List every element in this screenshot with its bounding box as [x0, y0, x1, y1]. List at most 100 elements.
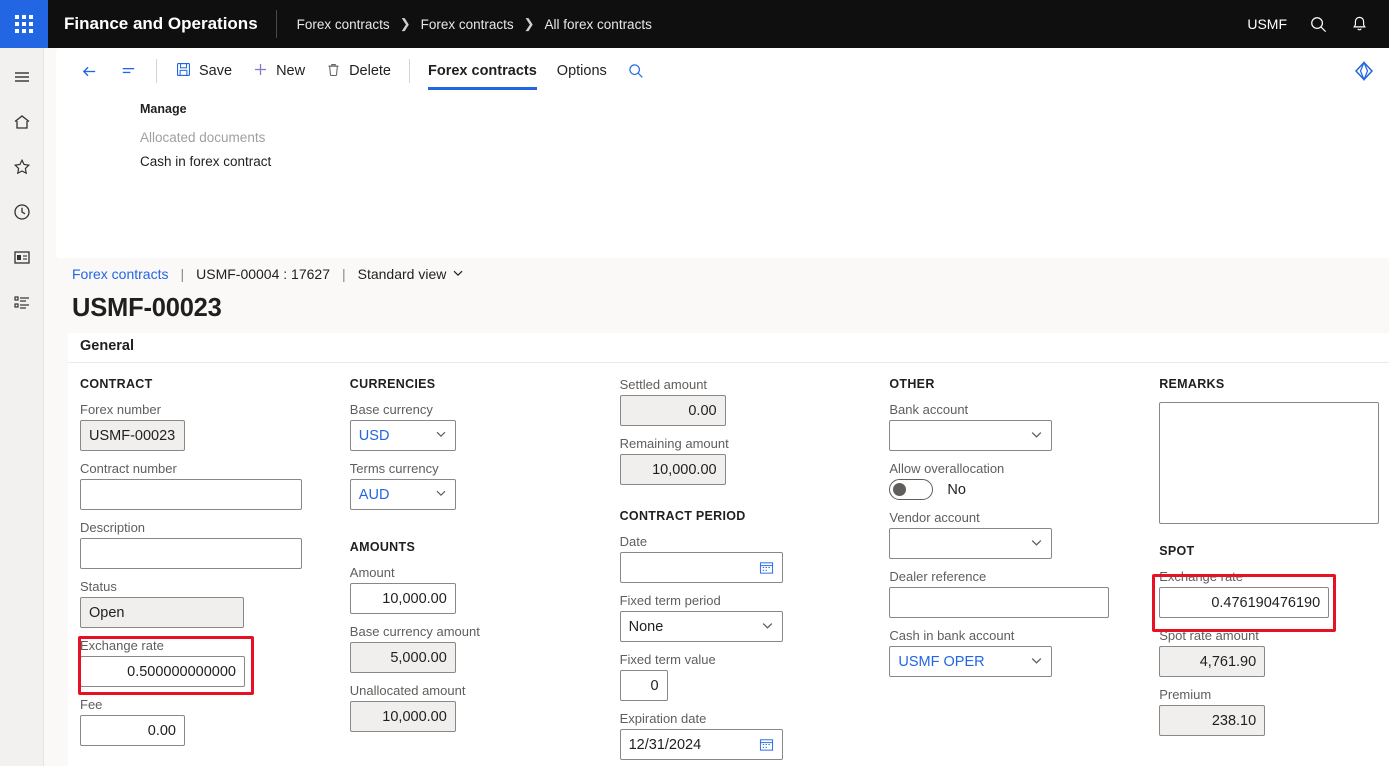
- textarea-remarks[interactable]: [1159, 402, 1380, 524]
- home-icon[interactable]: [9, 109, 35, 135]
- page-title: USMF-00023: [72, 294, 222, 322]
- cash-in-forex-contract-link[interactable]: Cash in forex contract: [140, 154, 1389, 169]
- field-fee: Fee 0.00: [80, 697, 350, 746]
- label-cash-in-bank-account: Cash in bank account: [889, 628, 1015, 643]
- breadcrumb-item-2[interactable]: All forex contracts: [545, 17, 652, 32]
- select-terms-currency[interactable]: AUD: [349, 479, 456, 510]
- label-fixed-term-value: Fixed term value: [619, 652, 716, 667]
- gem-diamond-icon[interactable]: [1353, 60, 1375, 82]
- label-settled-amount: Settled amount: [619, 377, 708, 392]
- select-vendor-account[interactable]: [889, 528, 1053, 559]
- view-selector[interactable]: Standard view: [358, 266, 465, 282]
- input-contract-number[interactable]: [80, 479, 302, 510]
- label-spot-exchange-rate: Exchange rate: [1159, 569, 1244, 584]
- field-fixed-term-period: Fixed term period None: [619, 593, 890, 642]
- label-contract-number: Contract number: [80, 461, 177, 476]
- field-settled-amount: Settled amount 0.00: [619, 377, 890, 426]
- chevron-down-icon: [1030, 428, 1043, 444]
- field-unallocated-amount: Unallocated amount 10,000.00: [349, 683, 620, 732]
- field-fixed-term-value: Fixed term value 0: [619, 652, 890, 701]
- input-amount[interactable]: 10,000.00: [349, 583, 456, 614]
- select-cash-in-bank-account[interactable]: USMF OPER: [889, 646, 1053, 677]
- chevron-down-icon: [1030, 654, 1043, 670]
- star-favorites-icon[interactable]: [9, 154, 35, 180]
- chevron-down-icon: [452, 266, 464, 282]
- input-spot-exchange-rate[interactable]: 0.476190476190: [1159, 587, 1330, 618]
- label-forex-number: Forex number: [80, 402, 161, 417]
- input-date[interactable]: [619, 552, 783, 583]
- breadcrumb-item-0[interactable]: Forex contracts: [297, 17, 390, 32]
- hamburger-menu-icon[interactable]: [9, 64, 35, 90]
- value-terms-currency: AUD: [358, 486, 390, 503]
- label-date: Date: [619, 534, 648, 549]
- search-icon[interactable]: [1309, 15, 1328, 34]
- toolbar-search-icon[interactable]: [617, 56, 655, 86]
- input-fixed-term-value[interactable]: 0: [619, 670, 668, 701]
- field-terms-currency: Terms currency AUD: [349, 461, 620, 510]
- breadcrumb-link-forex-contracts[interactable]: Forex contracts: [72, 266, 168, 282]
- field-forex-number: Forex number USMF-00023: [80, 402, 350, 451]
- label-bank-account: Bank account: [889, 402, 969, 417]
- field-vendor-account: Vendor account: [889, 510, 1159, 559]
- back-arrow-icon[interactable]: [70, 56, 109, 87]
- field-contract-number: Contract number: [80, 461, 350, 510]
- input-exchange-rate[interactable]: 0.500000000000: [80, 656, 245, 687]
- toggle-value-allow-overallocation: No: [947, 481, 966, 498]
- app-launcher-icon[interactable]: [0, 0, 48, 48]
- select-bank-account[interactable]: [889, 420, 1053, 451]
- input-premium: 238.10: [1159, 705, 1266, 736]
- label-unallocated-amount: Unallocated amount: [349, 683, 466, 698]
- value-cash-in-bank-account: USMF OPER: [898, 653, 985, 670]
- chevron-down-icon: [1030, 536, 1043, 552]
- input-status: Open: [80, 597, 244, 628]
- chevron-down-icon: [435, 487, 447, 502]
- calendar-icon[interactable]: [759, 737, 774, 752]
- new-button[interactable]: New: [242, 55, 315, 88]
- view-label: Standard view: [357, 266, 447, 282]
- label-base-currency: Base currency: [349, 402, 433, 417]
- group-header-remarks: REMARKS: [1159, 377, 1225, 391]
- delete-button[interactable]: Delete: [315, 55, 401, 88]
- modules-list-icon[interactable]: [9, 289, 35, 315]
- label-status: Status: [80, 579, 117, 594]
- column-currencies: CURRENCIES Base currency USD Terms curre…: [349, 377, 620, 770]
- company-label[interactable]: USMF: [1247, 16, 1287, 32]
- save-button[interactable]: Save: [165, 55, 242, 88]
- tab-options[interactable]: Options: [547, 52, 617, 90]
- group-header-contract-period: CONTRACT PERIOD: [619, 509, 746, 523]
- label-dealer-reference: Dealer reference: [889, 569, 987, 584]
- input-dealer-reference[interactable]: [889, 587, 1110, 618]
- select-fixed-term-period[interactable]: None: [619, 611, 783, 642]
- action-pane: Save New Delete Forex contracts Options …: [56, 48, 1389, 258]
- field-amount: Amount 10,000.00: [349, 565, 620, 614]
- label-vendor-account: Vendor account: [889, 510, 980, 525]
- input-fee[interactable]: 0.00: [80, 715, 185, 746]
- tab-forex-contracts[interactable]: Forex contracts: [418, 52, 547, 90]
- calendar-icon[interactable]: [759, 560, 774, 575]
- column-contract-period: Settled amount 0.00 Remaining amount 10,…: [619, 377, 890, 770]
- toggle-allow-overallocation[interactable]: [889, 479, 934, 500]
- value-expiration-date: 12/31/2024: [628, 736, 702, 753]
- input-description[interactable]: [80, 538, 302, 569]
- value-fixed-term-period: None: [628, 618, 664, 635]
- record-reference: USMF-00004 : 17627: [196, 266, 330, 282]
- select-base-currency[interactable]: USD: [349, 420, 456, 451]
- workspaces-icon[interactable]: [9, 244, 35, 270]
- field-date: Date: [619, 534, 890, 583]
- manage-group: Manage Allocated documents Cash in forex…: [56, 94, 1389, 169]
- field-base-currency-amount: Base currency amount 5,000.00: [349, 624, 620, 673]
- section-header-general[interactable]: General: [68, 333, 1389, 363]
- column-remarks-spot: REMARKS SPOT Exchange rate 0.47619047619…: [1159, 377, 1389, 770]
- field-remaining-amount: Remaining amount 10,000.00: [619, 436, 890, 485]
- breadcrumb-item-1[interactable]: Forex contracts: [421, 17, 514, 32]
- field-status: Status Open: [80, 579, 350, 628]
- label-premium: Premium: [1159, 687, 1212, 702]
- delete-label: Delete: [349, 63, 391, 79]
- form-columns: CONTRACT Forex number USMF-00023 Contrac…: [68, 363, 1389, 770]
- show-list-icon[interactable]: [109, 56, 148, 87]
- app-title: Finance and Operations: [64, 14, 258, 33]
- clock-recent-icon[interactable]: [9, 199, 35, 225]
- value-base-currency: USD: [358, 427, 390, 444]
- bell-icon[interactable]: [1350, 15, 1369, 34]
- input-expiration-date[interactable]: 12/31/2024: [619, 729, 783, 760]
